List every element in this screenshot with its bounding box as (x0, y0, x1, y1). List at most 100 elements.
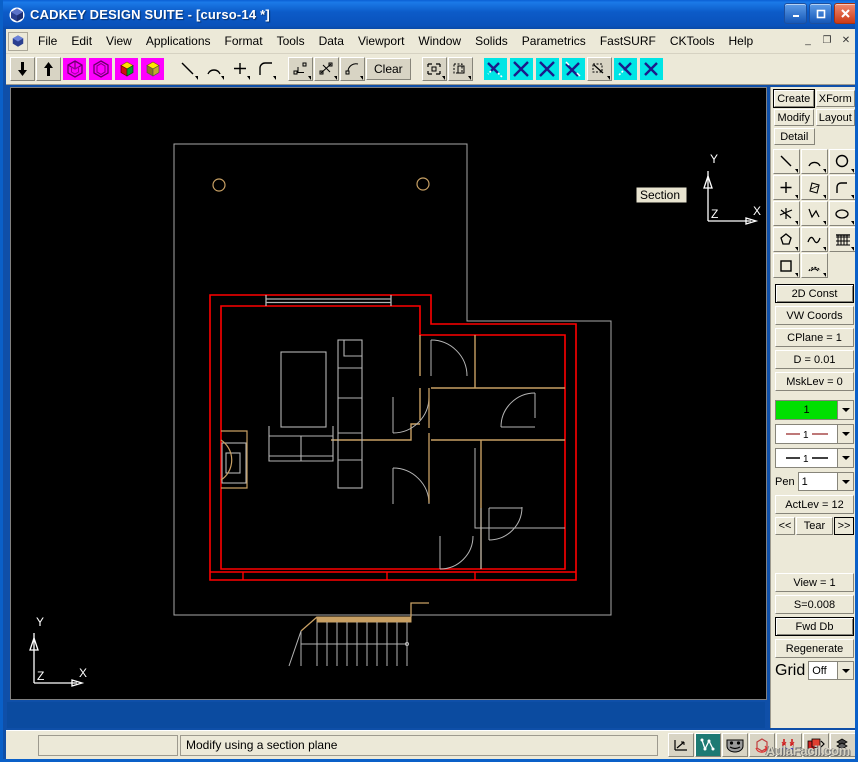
chevron-down-icon[interactable] (837, 449, 853, 467)
vw-coords-button[interactable]: VW Coords (775, 306, 854, 325)
linewidth-combo[interactable]: 1 (775, 448, 854, 468)
snap-levels-icon[interactable] (776, 733, 802, 757)
chevron-down-icon[interactable] (837, 662, 853, 679)
section-plane-button[interactable] (586, 57, 612, 81)
dropdown-arrow-icon (823, 169, 826, 173)
tear-next-button[interactable]: >> (834, 517, 854, 535)
layout-mode-button[interactable]: Layout (815, 109, 855, 126)
svg-text:X: X (753, 204, 761, 218)
arc-button[interactable] (201, 57, 226, 81)
create-mode-button[interactable]: Create (774, 90, 814, 107)
xform-mode-button[interactable]: XForm (815, 90, 855, 107)
line-tool-icon[interactable] (773, 149, 800, 174)
pen-combo[interactable]: 1 (797, 472, 854, 491)
menu-item-data[interactable]: Data (312, 31, 351, 51)
maximize-button[interactable] (809, 3, 832, 24)
tear-button[interactable]: Tear (796, 517, 833, 535)
move-up-button[interactable] (36, 57, 61, 81)
mdi-close-button[interactable]: ✕ (838, 33, 854, 48)
color-combo[interactable]: 1 (775, 400, 854, 420)
dimension-angular-button[interactable] (314, 57, 339, 81)
cplane-button[interactable]: CPlane = 1 (775, 328, 854, 347)
copy-entity-button[interactable] (447, 57, 473, 81)
modify-mode-button[interactable]: Modify (774, 109, 814, 126)
grid-combo[interactable]: Off (808, 661, 854, 680)
depth-button[interactable]: D = 0.01 (775, 350, 854, 369)
coordinate-axes-icon[interactable] (668, 733, 694, 757)
clear-button[interactable]: Clear (366, 58, 411, 80)
group-button[interactable] (421, 57, 447, 81)
section-trim-4-button[interactable] (560, 57, 586, 81)
mdi-minimize-button[interactable]: _ (800, 33, 816, 48)
rectangle-tool-icon[interactable] (773, 253, 800, 278)
dropdown-arrow-icon (851, 195, 854, 199)
layers-icon[interactable] (803, 733, 829, 757)
view-button[interactable]: View = 1 (775, 573, 854, 592)
dimension-radial-button[interactable] (340, 57, 365, 81)
detail-mode-button[interactable]: Detail (774, 128, 815, 145)
trim-both-button[interactable] (638, 57, 664, 81)
close-button[interactable] (834, 3, 855, 24)
move-down-button[interactable] (10, 57, 35, 81)
minimize-button[interactable] (784, 3, 807, 24)
menu-item-file[interactable]: File (31, 31, 64, 51)
create-tool-palette (771, 147, 855, 278)
line-button[interactable] (175, 57, 200, 81)
menu-item-window[interactable]: Window (411, 31, 468, 51)
menu-item-tools[interactable]: Tools (270, 31, 312, 51)
section-trim-1-button[interactable] (482, 57, 508, 81)
fillet-button[interactable] (253, 57, 278, 81)
trim-first-button[interactable] (612, 57, 638, 81)
dimension-linear-button[interactable] (288, 57, 313, 81)
chevron-down-icon[interactable] (837, 425, 853, 443)
axis-tool-icon[interactable] (773, 201, 800, 226)
scale-button[interactable]: S=0.008 (775, 595, 854, 614)
chevron-down-icon[interactable] (837, 473, 853, 490)
menu-item-edit[interactable]: Edit (64, 31, 99, 51)
cad-viewport[interactable]: Section Y Z X Y Z X (10, 87, 767, 700)
point-tool-icon[interactable] (773, 175, 800, 200)
mask-face-icon[interactable] (722, 733, 748, 757)
menu-item-fastsurf[interactable]: FastSURF (593, 31, 663, 51)
fillet-tool-icon[interactable] (829, 175, 855, 200)
ellipse-tool-icon[interactable] (829, 201, 855, 226)
dropdown-arrow-icon (308, 76, 311, 80)
conic-tool-icon[interactable] (801, 253, 828, 278)
menu-item-parametrics[interactable]: Parametrics (515, 31, 593, 51)
mesh-tool-icon[interactable] (829, 227, 855, 252)
menu-item-solids[interactable]: Solids (468, 31, 515, 51)
system-menu-icon[interactable] (8, 31, 28, 51)
spline-tool-icon[interactable] (801, 227, 828, 252)
rotate-solid-icon[interactable] (749, 733, 775, 757)
tear-prev-button[interactable]: << (775, 517, 795, 535)
mask-level-button[interactable]: MskLev = 0 (775, 372, 854, 391)
solid-wireframe-button[interactable] (62, 57, 87, 81)
polygon-sketch-icon[interactable] (801, 175, 828, 200)
polyline-vertex-icon[interactable] (695, 733, 721, 757)
tear-row: << Tear >> (775, 517, 854, 535)
linetype-combo[interactable]: 1 (775, 424, 854, 444)
chevron-down-icon[interactable] (837, 401, 853, 419)
section-trim-2-button[interactable] (508, 57, 534, 81)
stack-icon[interactable] (830, 733, 855, 757)
solid-shaded-button[interactable] (114, 57, 139, 81)
menu-item-view[interactable]: View (99, 31, 139, 51)
solid-gold-button[interactable] (140, 57, 165, 81)
circle-tool-icon[interactable] (829, 149, 855, 174)
menu-item-help[interactable]: Help (722, 31, 761, 51)
active-level-button[interactable]: ActLev = 12 (775, 495, 854, 514)
menu-item-format[interactable]: Format (218, 31, 270, 51)
menu-item-cktools[interactable]: CKTools (663, 31, 722, 51)
arc-tool-icon[interactable] (801, 149, 828, 174)
fwd-db-button[interactable]: Fwd Db (775, 617, 854, 636)
polyline-tool-icon[interactable] (801, 201, 828, 226)
menu-item-viewport[interactable]: Viewport (351, 31, 411, 51)
regenerate-button[interactable]: Regenerate (775, 639, 854, 658)
menu-item-applications[interactable]: Applications (139, 31, 218, 51)
solid-outline-button[interactable] (88, 57, 113, 81)
section-trim-3-button[interactable] (534, 57, 560, 81)
polygon-tool-icon[interactable] (773, 227, 800, 252)
2d-const-button[interactable]: 2D Const (775, 284, 854, 303)
point-button[interactable] (227, 57, 252, 81)
mdi-restore-button[interactable]: ❐ (819, 33, 835, 48)
